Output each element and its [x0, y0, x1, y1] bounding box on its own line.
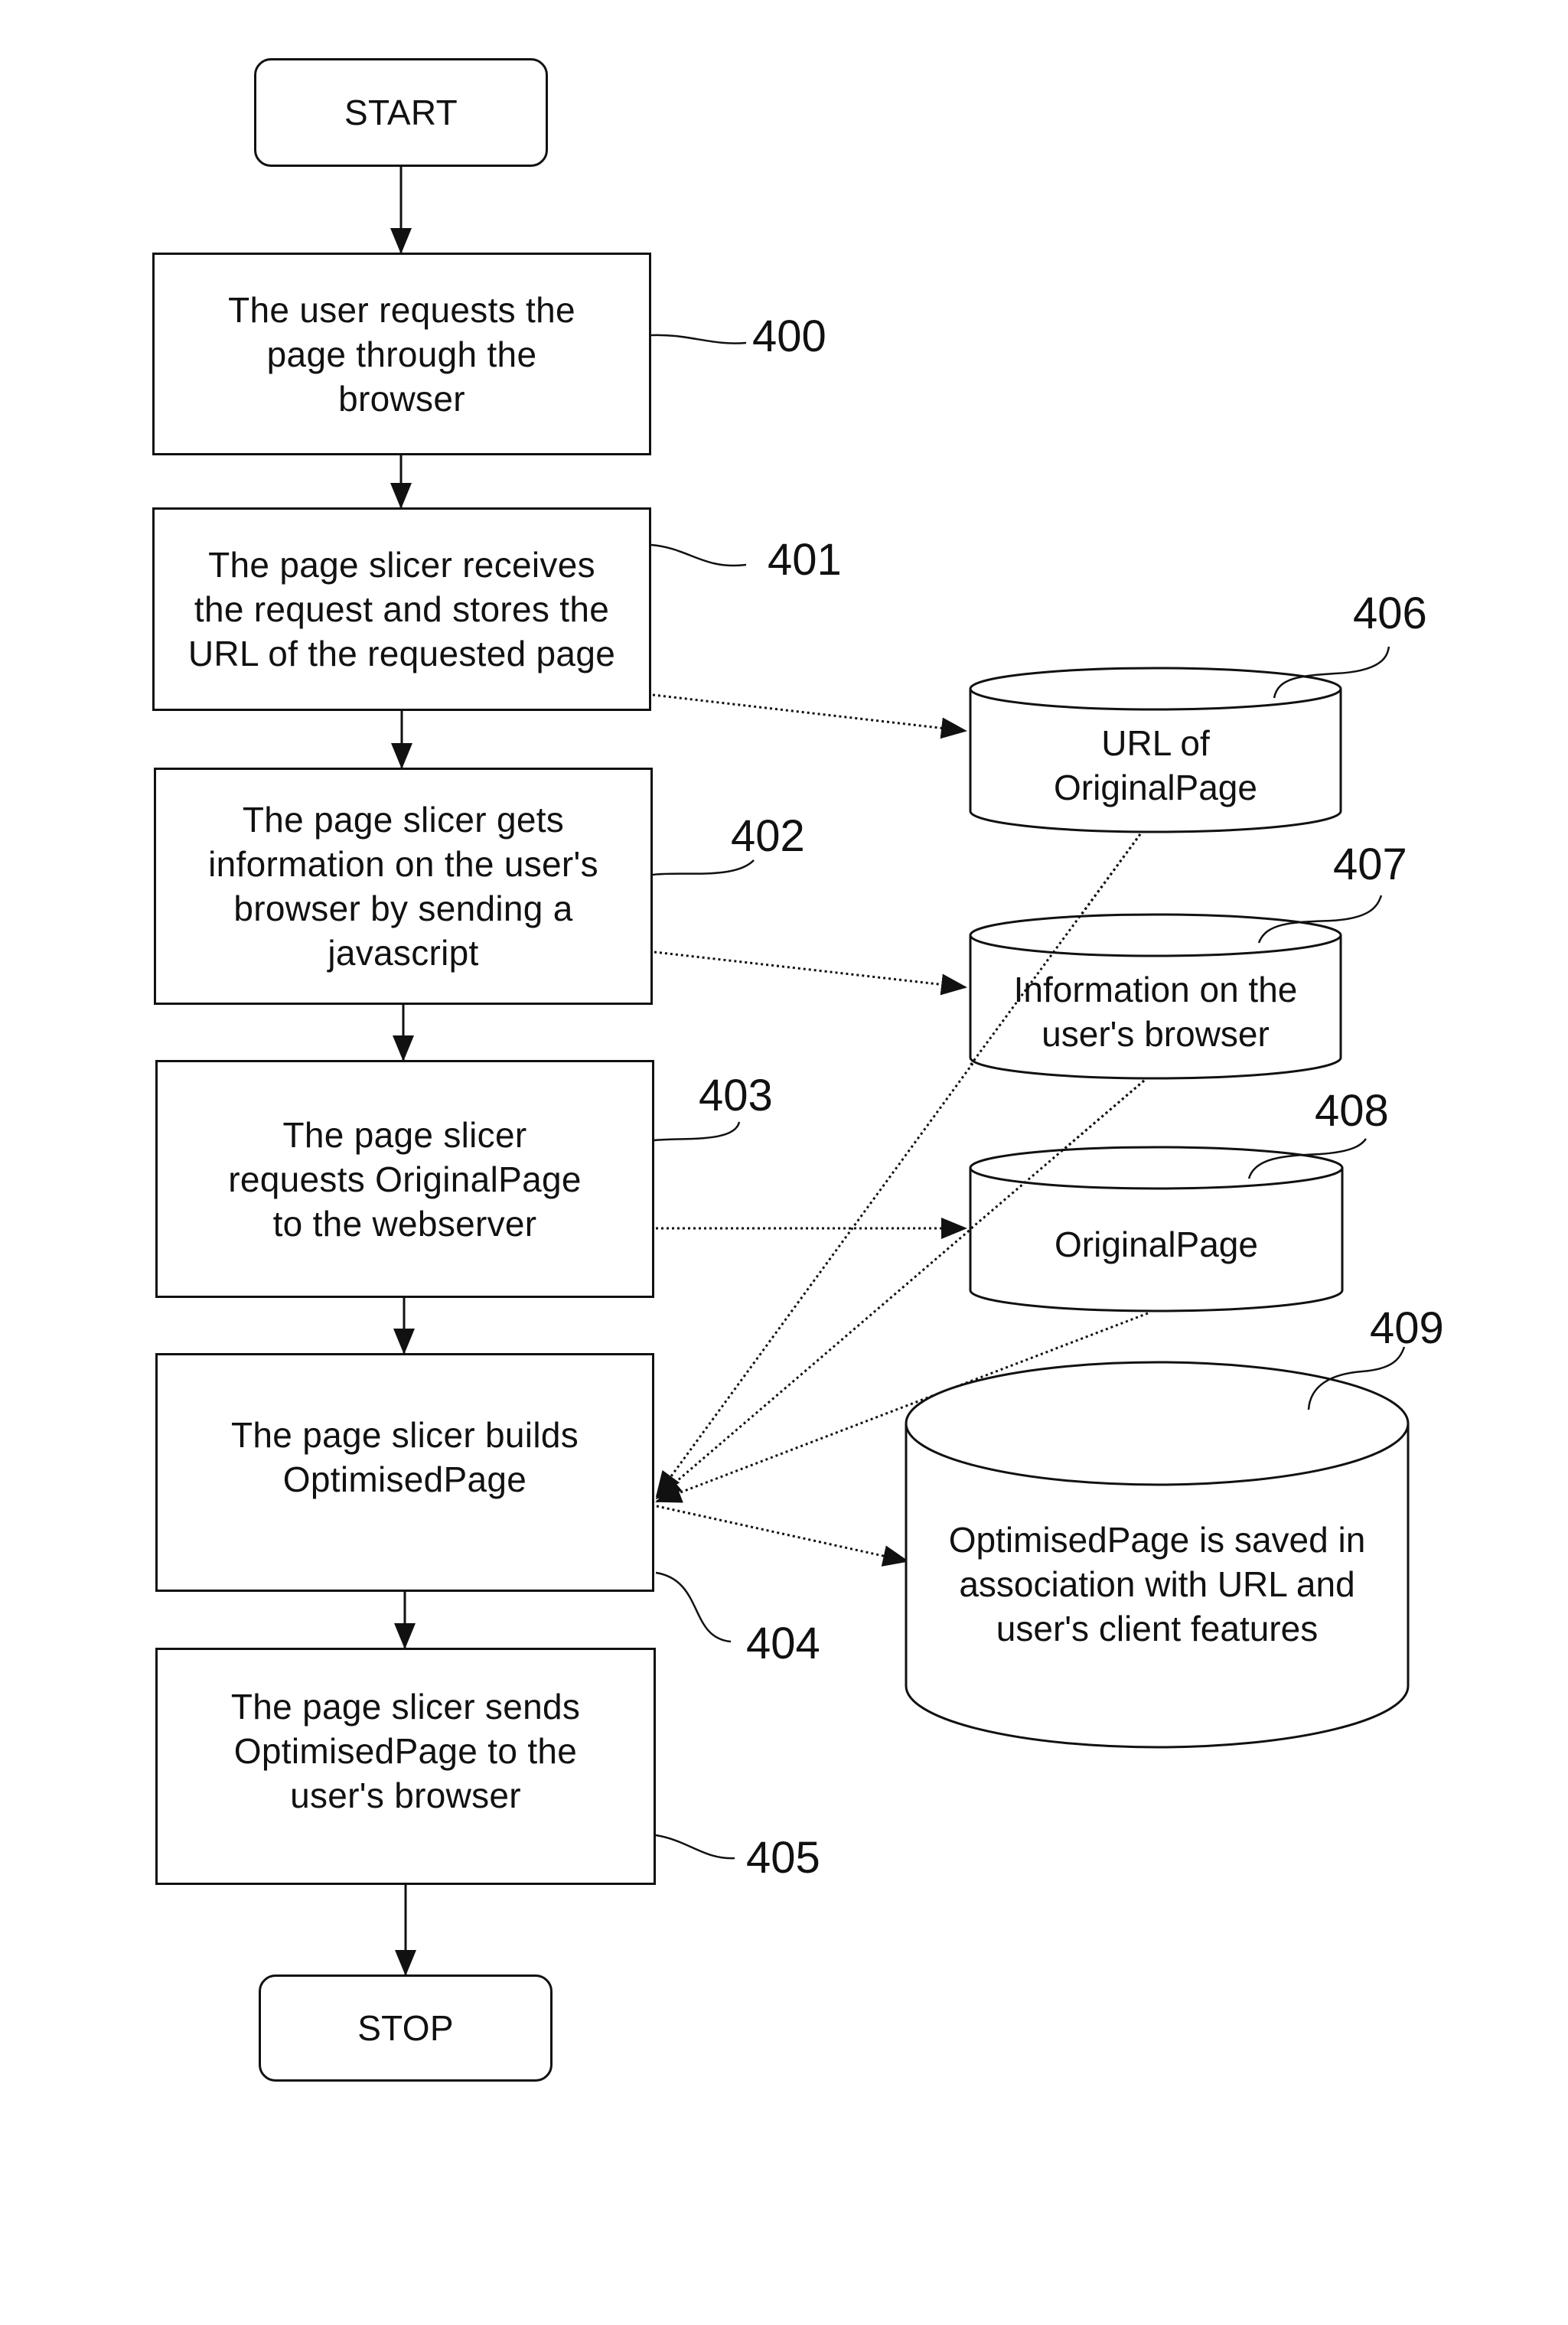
step-402-text: The page slicer gets information on the … [208, 800, 598, 973]
ref-404: 404 [746, 1619, 820, 1668]
arrow-402-to-407 [654, 951, 967, 996]
step-401-text: The page slicer receives the request and… [187, 545, 616, 673]
leader-405 [655, 1834, 735, 1860]
ref-406: 406 [1353, 589, 1427, 638]
ref-402: 402 [731, 811, 805, 861]
ref-405: 405 [746, 1833, 820, 1883]
leader-401 [650, 543, 747, 567]
leader-402 [652, 859, 755, 876]
step-400-box: The user requests the page through the b… [152, 253, 651, 455]
store-406-text: URL of OriginalPage [1054, 723, 1257, 807]
leader-404 [655, 1571, 732, 1643]
ref-408: 408 [1315, 1086, 1389, 1136]
stop-label: STOP [357, 2008, 454, 2048]
step-400-text: The user requests the page through the b… [228, 289, 575, 419]
step-405-box: The page slicer sends OptimisedPage to t… [155, 1648, 656, 1885]
ref-409: 409 [1370, 1303, 1444, 1353]
ref-400: 400 [752, 311, 826, 361]
arrow-404-to-409 [656, 1505, 909, 1567]
leader-400 [650, 334, 747, 344]
store-407-text: Information on the user's browser [1013, 970, 1298, 1054]
step-403-text: The page slicer requests OriginalPage to… [228, 1114, 582, 1244]
step-402-box: The page slicer gets information on the … [154, 768, 653, 1005]
ref-401: 401 [768, 535, 842, 585]
step-403-box: The page slicer requests OriginalPage to… [155, 1060, 654, 1298]
step-401-box: The page slicer receives the request and… [152, 507, 651, 711]
arrow-401-to-406 [652, 693, 967, 739]
stop-terminal: STOP [259, 1974, 553, 2082]
ref-407: 407 [1333, 840, 1407, 889]
start-label: START [344, 93, 458, 132]
step-404-text: The page slicer builds OptimisedPage [230, 1415, 579, 1499]
step-405-text: The page slicer sends OptimisedPage to t… [230, 1687, 581, 1815]
store-408-text: OriginalPage [1055, 1224, 1258, 1264]
ref-403: 403 [699, 1071, 773, 1120]
step-404-box: The page slicer builds OptimisedPage [155, 1353, 654, 1592]
start-terminal: START [254, 58, 548, 167]
store-409-text: OptimisedPage is saved in association wi… [948, 1520, 1366, 1648]
leader-403 [654, 1121, 741, 1142]
